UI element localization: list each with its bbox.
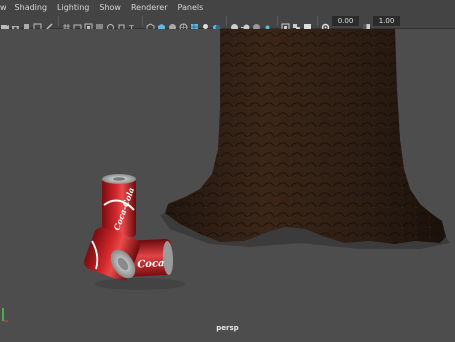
- select-camera-icon[interactable]: [0, 17, 9, 30]
- gamma-field[interactable]: [373, 16, 400, 26]
- soda-can-upright[interactable]: Coca-Cola: [102, 174, 136, 237]
- toolbar-separator: [226, 16, 227, 26]
- smooth-shade-icon[interactable]: [157, 17, 166, 31]
- toolbar-separator: [58, 16, 59, 26]
- menu-view[interactable]: w: [0, 3, 7, 12]
- bookmark-icon[interactable]: [22, 17, 31, 31]
- exposure-field[interactable]: [332, 16, 359, 26]
- toolbar-separator: [317, 16, 318, 26]
- gate-mask-icon[interactable]: [95, 17, 104, 31]
- image-plane-icon[interactable]: [33, 17, 42, 31]
- wireframe-icon[interactable]: [146, 17, 155, 32]
- toolbar-separator: [142, 16, 143, 26]
- grid-icon[interactable]: [62, 17, 71, 31]
- menu-panels[interactable]: Panels: [178, 3, 204, 12]
- grease-pencil-icon[interactable]: [44, 17, 53, 32]
- toolbar-separator: [277, 16, 278, 26]
- panel-toolbar: T: [0, 14, 455, 33]
- panel-menu-bar: w Shading Lighting Show Renderer Panels: [0, 0, 455, 14]
- scene-render: Coca Coca-Cola: [84, 29, 450, 290]
- menu-show[interactable]: Show: [99, 3, 121, 12]
- menu-shading[interactable]: Shading: [15, 3, 48, 12]
- camera-label: persp: [216, 324, 239, 332]
- ground-shadow: [95, 278, 185, 290]
- lock-camera-icon[interactable]: [11, 17, 20, 31]
- motion-blur-icon[interactable]: [241, 17, 250, 30]
- default-material-icon[interactable]: [168, 17, 177, 31]
- menu-lighting[interactable]: Lighting: [57, 3, 89, 12]
- depth-of-field-icon[interactable]: [263, 17, 272, 29]
- svg-text:Coca: Coca: [137, 258, 165, 270]
- safe-action-icon[interactable]: [117, 17, 126, 30]
- isolate-select-icon[interactable]: [281, 17, 290, 31]
- 3d-viewport[interactable]: Coca Coca-Cola: [0, 29, 455, 342]
- screen-space-ao-icon[interactable]: [230, 17, 239, 31]
- tree-trunk[interactable]: [160, 29, 450, 249]
- textured-icon[interactable]: [190, 17, 199, 31]
- wireframe-on-shaded-icon[interactable]: [179, 17, 188, 31]
- safe-title-icon[interactable]: T: [128, 17, 137, 33]
- resolution-gate-icon[interactable]: [84, 17, 93, 31]
- film-gate-icon[interactable]: [73, 17, 82, 30]
- shadows-icon[interactable]: [212, 17, 221, 30]
- field-chart-icon[interactable]: [106, 17, 115, 31]
- gamma-icon[interactable]: [362, 17, 371, 31]
- view-axis-gizmo: [0, 306, 12, 326]
- menu-renderer[interactable]: Renderer: [131, 3, 168, 12]
- exposure-icon[interactable]: [321, 17, 330, 31]
- xray-joints-icon[interactable]: [303, 17, 312, 31]
- lights-icon[interactable]: [201, 17, 210, 31]
- xray-icon[interactable]: [292, 17, 301, 31]
- anti-aliasing-icon[interactable]: [252, 17, 261, 31]
